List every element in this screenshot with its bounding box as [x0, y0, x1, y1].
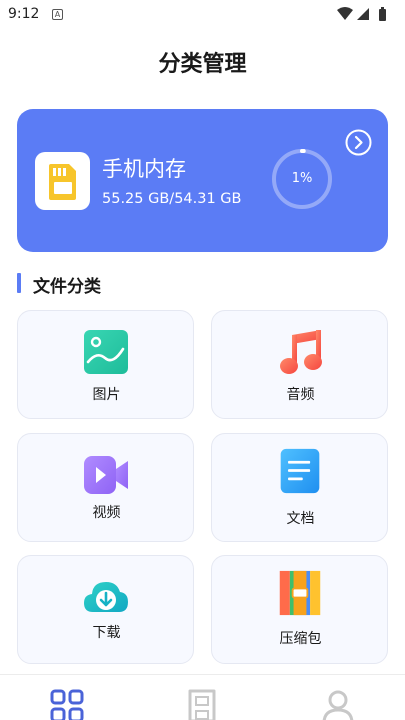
- archive-box-icon: [279, 570, 321, 616]
- category-label: 下载: [92, 625, 121, 641]
- chevron-right-icon[interactable]: [345, 129, 372, 156]
- section-title: 文件分类: [33, 277, 101, 297]
- category-tile-archives[interactable]: 压缩包: [211, 555, 388, 664]
- status-time: 9:12: [8, 6, 40, 22]
- page-title: 分类管理: [158, 52, 247, 77]
- battery-icon: [379, 7, 386, 21]
- category-tile-images[interactable]: 图片: [17, 310, 194, 419]
- storage-card[interactable]: 手机内存 55.25 GB/54.31 GB 1%: [17, 109, 388, 252]
- category-tile-audio[interactable]: 音频: [211, 310, 388, 419]
- sd-card-icon: [49, 164, 76, 200]
- status-icons: [337, 7, 386, 21]
- profile-icon[interactable]: [321, 689, 355, 720]
- category-tile-documents[interactable]: 文档: [211, 433, 388, 542]
- sd-card-icon[interactable]: [185, 689, 219, 720]
- category-label: 压缩包: [279, 631, 322, 647]
- category-label: 视频: [92, 505, 121, 521]
- signal-icon: [357, 8, 369, 20]
- category-label: 音频: [286, 387, 315, 403]
- category-tile-video[interactable]: 视频: [17, 433, 194, 542]
- storage-usage-text: 1%: [291, 171, 313, 186]
- storage-name: 手机内存: [102, 157, 186, 181]
- document-icon: [280, 448, 320, 494]
- image-icon: [84, 330, 128, 374]
- cloud-download-icon: [84, 582, 128, 612]
- wifi-icon: [337, 7, 353, 20]
- sd-card-icon-box: [35, 152, 90, 210]
- bottom-tab-bar: [0, 674, 405, 720]
- status-bar: 9:12 A: [0, 0, 405, 30]
- section-accent-bar: [17, 273, 21, 293]
- music-note-icon: [280, 330, 322, 374]
- category-grid-icon[interactable]: [50, 689, 84, 720]
- storage-size: 55.25 GB/54.31 GB: [102, 191, 242, 207]
- notification-badge-icon: A: [52, 9, 63, 20]
- category-label: 文档: [286, 511, 315, 527]
- category-label: 图片: [92, 387, 121, 403]
- video-camera-icon: [84, 456, 128, 494]
- category-tile-downloads[interactable]: 下载: [17, 555, 194, 664]
